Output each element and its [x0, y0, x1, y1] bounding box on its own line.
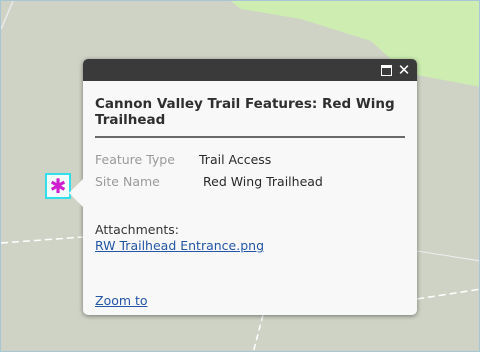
- trail-access-marker-icon: ✱: [49, 174, 67, 198]
- popup-header: ✕: [83, 59, 417, 81]
- attribute-row: Feature Type Trail Access: [95, 148, 405, 170]
- popup-title: Cannon Valley Trail Features: Red Wing T…: [95, 96, 395, 128]
- field-label: Feature Type: [95, 151, 175, 167]
- attribute-row: Site Name Red Wing Trailhead: [95, 170, 405, 192]
- title-divider: [95, 136, 405, 138]
- trail-line: [416, 288, 479, 300]
- close-icon[interactable]: ✕: [397, 63, 411, 78]
- road-line: [252, 314, 264, 351]
- map-view[interactable]: ✱ ✕ Cannon Valley Trail Features: Red Wi…: [0, 0, 480, 352]
- field-label: Site Name: [95, 173, 160, 189]
- popup-pointer: [69, 179, 83, 207]
- field-value: Trail Access: [199, 151, 272, 167]
- road-line: [1, 1, 14, 30]
- trail-line: [1, 236, 84, 244]
- road-line: [416, 250, 479, 262]
- zoom-to-link[interactable]: Zoom to: [95, 293, 148, 308]
- attribute-table: Feature Type Trail Access Site Name Red …: [95, 148, 405, 192]
- maximize-icon[interactable]: [379, 63, 393, 77]
- attachments-label: Attachments:: [95, 222, 180, 237]
- trail-access-marker[interactable]: ✱: [45, 173, 71, 199]
- attachment-link[interactable]: RW Trailhead Entrance.png: [95, 238, 405, 253]
- field-value: Red Wing Trailhead: [203, 173, 323, 189]
- info-popup: ✕ Cannon Valley Trail Features: Red Wing…: [69, 59, 417, 315]
